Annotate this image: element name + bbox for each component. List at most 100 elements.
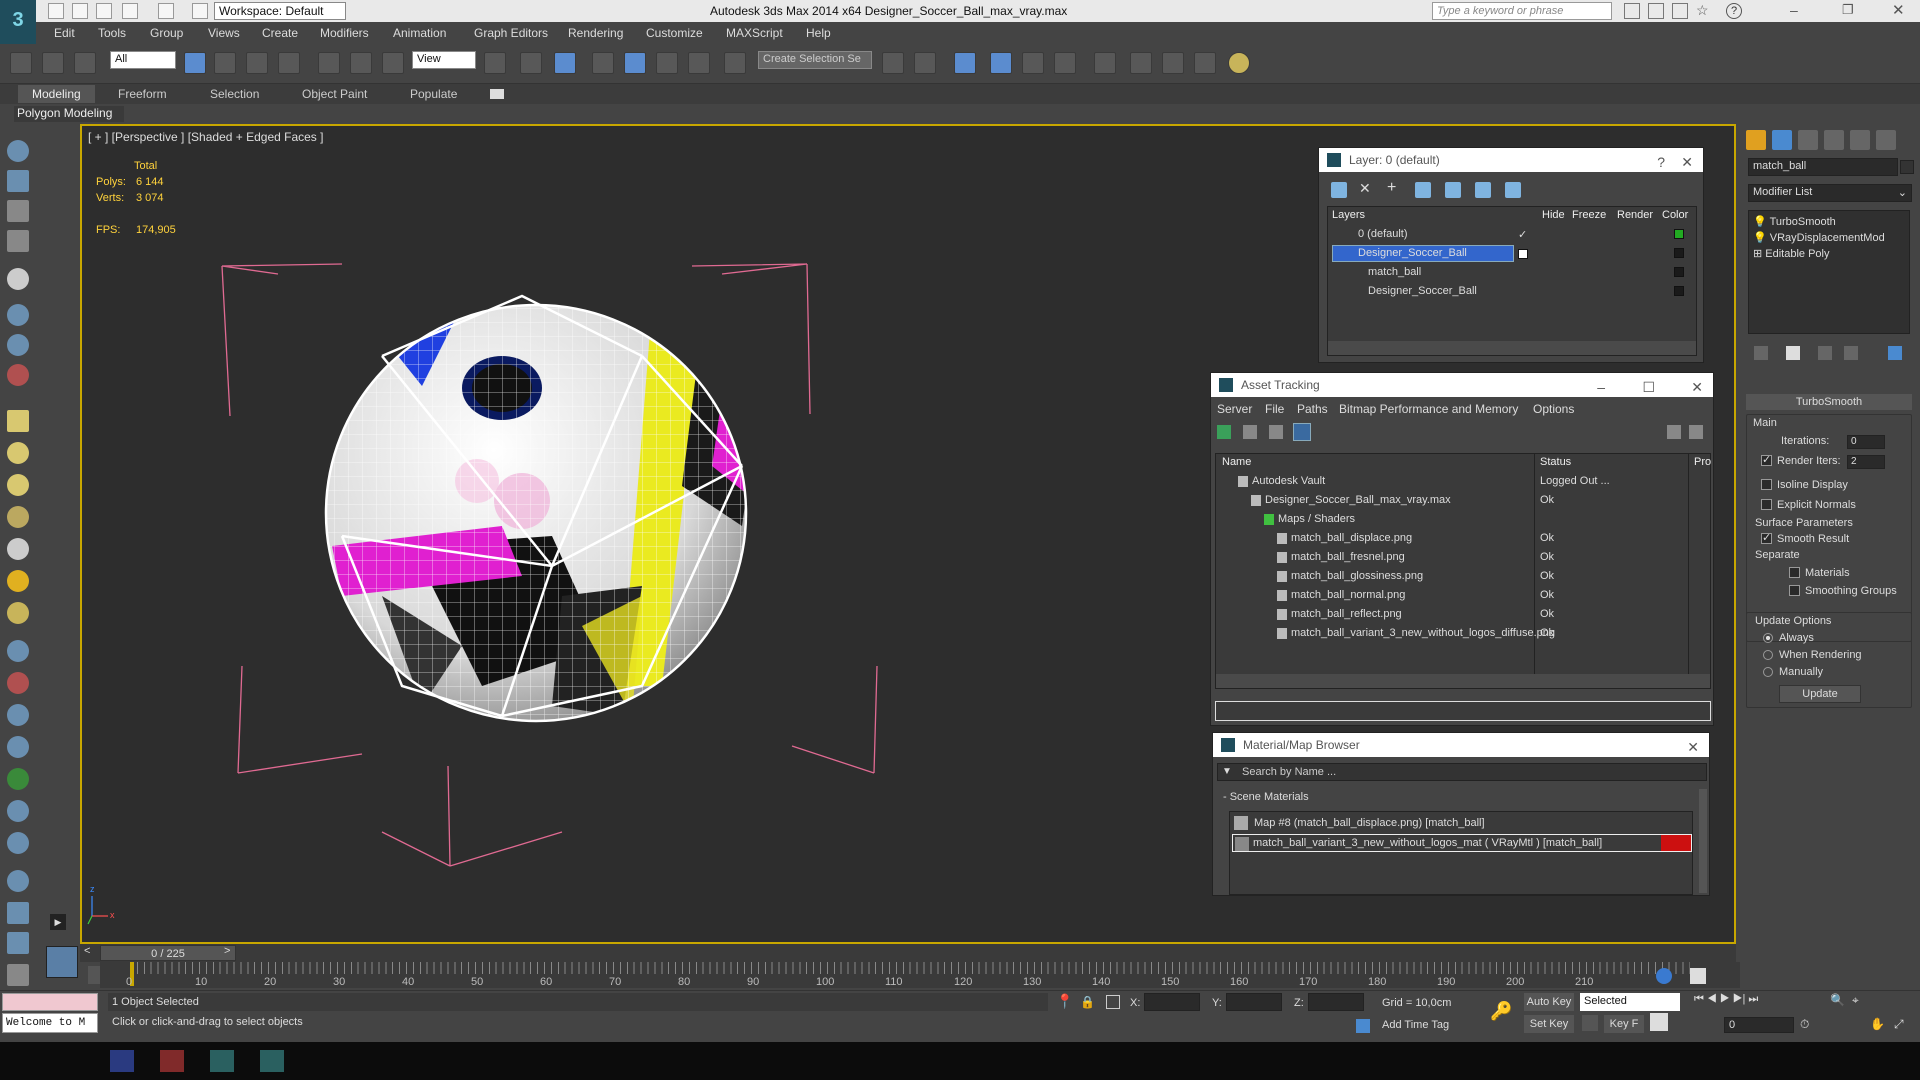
help-icon[interactable] — [1667, 425, 1681, 439]
snapshot-icon[interactable] — [1650, 1013, 1668, 1031]
col-status[interactable]: Status — [1540, 456, 1571, 468]
stack-item-vraydisplacement[interactable]: 💡 VRayDisplacementMod — [1753, 231, 1885, 244]
expand-icon[interactable]: ⊞ — [1753, 248, 1762, 260]
biped-icon[interactable] — [7, 704, 29, 726]
particles-icon[interactable] — [7, 364, 29, 386]
set-key-icon[interactable]: 🔑 — [1490, 1001, 1512, 1022]
utilities-tab-icon[interactable] — [1876, 130, 1896, 150]
dynamics-icon[interactable] — [7, 672, 29, 694]
light-bulb-icon[interactable] — [7, 268, 29, 290]
bulb-icon[interactable]: 💡 — [1753, 216, 1767, 228]
geosphere-icon[interactable] — [7, 602, 29, 624]
maximize-button[interactable]: ❐ — [1842, 2, 1854, 18]
update-always-radio[interactable] — [1763, 633, 1773, 643]
configure-modifier-sets-icon[interactable] — [1888, 346, 1902, 360]
new-file-icon[interactable] — [48, 3, 64, 19]
prev-frame-arrow-icon[interactable]: < — [84, 945, 90, 957]
help-icon[interactable]: ? — [1657, 150, 1665, 174]
maxscript-listener-mini[interactable] — [2, 993, 98, 1011]
z-coordinate-field[interactable] — [1308, 993, 1364, 1011]
menu-edit[interactable]: Edit — [54, 26, 75, 40]
tree-view-icon[interactable] — [1269, 425, 1283, 439]
window-crossing-icon[interactable] — [278, 52, 300, 74]
menu-animation[interactable]: Animation — [393, 26, 446, 40]
close-icon[interactable]: ✕ — [1681, 150, 1693, 174]
menu-graph-editors[interactable]: Graph Editors — [474, 26, 548, 40]
key-filters-button[interactable]: Key F — [1604, 1015, 1644, 1033]
hair-icon[interactable] — [7, 800, 29, 822]
menu-modifiers[interactable]: Modifiers — [320, 26, 369, 40]
render-iters-spinner[interactable]: 2 — [1847, 455, 1885, 469]
unlink-icon[interactable] — [42, 52, 64, 74]
modify-tab-icon[interactable] — [1772, 130, 1792, 150]
menu-create[interactable]: Create — [262, 26, 298, 40]
auto-key-button[interactable]: Auto Key — [1524, 993, 1574, 1011]
close-button[interactable]: ✕ — [1892, 1, 1905, 19]
update-button[interactable]: Update — [1779, 685, 1861, 703]
cloth-icon[interactable] — [7, 832, 29, 854]
angle-snap-icon[interactable] — [624, 52, 646, 74]
table-row[interactable]: match_ball_normal.png Ok — [1216, 586, 1710, 605]
list-item[interactable]: Map #8 (match_ball_displace.png) [match_… — [1232, 814, 1692, 832]
close-button[interactable]: ✕ — [1687, 735, 1699, 759]
select-objects-in-layer-icon[interactable] — [1415, 182, 1431, 198]
maximize-button[interactable]: ☐ — [1642, 375, 1655, 399]
show-end-result-icon[interactable] — [1786, 346, 1800, 360]
asset-menu-file[interactable]: File — [1265, 402, 1284, 416]
maximize-viewport-icon[interactable]: ⤢ — [1894, 1017, 1904, 1032]
modifier-list-dropdown[interactable]: Modifier List ⌄ — [1748, 184, 1912, 202]
tab-freeform[interactable]: Freeform — [118, 87, 167, 101]
layer-explorer-icon[interactable] — [990, 52, 1012, 74]
project-folder-icon[interactable] — [192, 3, 208, 19]
render-in-cloud-icon[interactable] — [1228, 52, 1250, 74]
keyword-search-input[interactable]: Type a keyword or phrase — [1432, 2, 1612, 20]
edit-named-selection-icon[interactable] — [724, 52, 746, 74]
layer-color-swatch[interactable] — [1674, 267, 1684, 277]
hide-all-layers-icon[interactable] — [1475, 182, 1491, 198]
viewport-tool-icon[interactable] — [7, 140, 29, 162]
binoculars-icon[interactable] — [1624, 3, 1640, 19]
lock-selection-icon[interactable]: 🔒 — [1080, 995, 1095, 1009]
absolute-mode-icon[interactable] — [1106, 995, 1120, 1009]
save-file-icon[interactable] — [96, 3, 112, 19]
menu-rendering[interactable]: Rendering — [568, 26, 623, 40]
tab-populate[interactable]: Populate — [410, 87, 457, 101]
key-filter-select[interactable]: Selected — [1580, 993, 1680, 1011]
select-and-link-icon[interactable] — [10, 52, 32, 74]
current-frame-field[interactable]: 0 — [1724, 1017, 1794, 1033]
add-to-layer-icon[interactable]: + — [1387, 179, 1396, 197]
browser-options-icon[interactable]: ▼ — [1222, 766, 1232, 777]
menu-group[interactable]: Group — [150, 26, 183, 40]
isolate-selection-icon[interactable]: 📍 — [1056, 993, 1073, 1010]
scene-materials-group[interactable]: - Scene Materials — [1223, 791, 1309, 803]
remove-modifier-icon[interactable] — [1844, 346, 1858, 360]
selection-filter-select[interactable]: All — [110, 51, 176, 69]
delete-layer-icon[interactable]: ✕ — [1359, 180, 1371, 197]
tab-selection[interactable]: Selection — [210, 87, 259, 101]
sphere-primitive-icon[interactable] — [7, 474, 29, 496]
list-view-icon[interactable] — [1243, 425, 1257, 439]
time-configuration-icon[interactable]: ⏱ — [1800, 1017, 1809, 1032]
table-row[interactable]: match_ball_glossiness.png Ok — [1216, 567, 1710, 586]
time-slider-track[interactable]: < 0 / 225 > — [80, 944, 1736, 962]
create-tab-icon[interactable] — [1746, 130, 1766, 150]
default-tangents-icon[interactable] — [1582, 1015, 1598, 1031]
pan-view-icon[interactable]: ✋ — [1870, 1017, 1885, 1031]
expand-toolbar-icon[interactable]: ▶ — [50, 914, 66, 930]
globe-icon[interactable] — [1656, 968, 1672, 984]
key-icon[interactable] — [1648, 3, 1664, 19]
mini-listener-thumbnail[interactable] — [46, 946, 78, 978]
helper-icon[interactable] — [7, 334, 29, 356]
turbosmooth-rollout-title[interactable]: TurboSmooth — [1746, 394, 1912, 410]
col-proxy[interactable]: Pro — [1694, 456, 1711, 468]
key-mode-icon[interactable] — [1690, 968, 1706, 984]
select-object-icon[interactable] — [184, 52, 206, 74]
update-manually-radio[interactable] — [1763, 667, 1773, 677]
list-tool-icon[interactable] — [7, 200, 29, 222]
space-warp-icon[interactable] — [7, 640, 29, 662]
workspace-select[interactable]: Workspace: Default — [214, 2, 346, 20]
user-icon[interactable] — [1672, 3, 1688, 19]
object-name-field[interactable]: match_ball — [1748, 158, 1898, 176]
maxscript-welcome-field[interactable]: Welcome to M — [2, 1013, 98, 1033]
highlight-layer-icon[interactable] — [1445, 182, 1461, 198]
